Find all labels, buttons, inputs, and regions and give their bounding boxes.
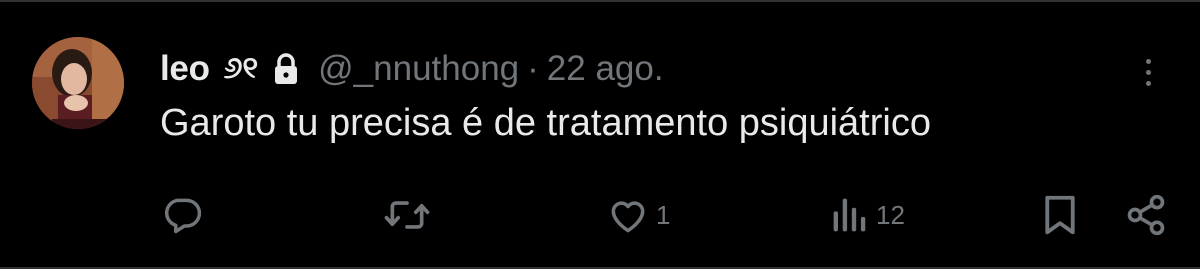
- bookmark-button[interactable]: [1040, 192, 1080, 238]
- name-emoji-glyph: ୬୧: [223, 52, 259, 85]
- views-count: 12: [876, 199, 905, 230]
- tweet[interactable]: leo ୬୧ @_nnuthong · 22 ago. Garoto tu pr…: [0, 0, 1200, 269]
- reply-button[interactable]: [160, 192, 210, 238]
- like-count: 1: [656, 199, 671, 230]
- retweet-button[interactable]: [383, 192, 437, 238]
- views-button[interactable]: 12: [830, 192, 905, 238]
- author-handle[interactable]: @_nnuthong: [318, 49, 519, 89]
- reply-icon: [164, 198, 202, 234]
- separator-dot: ·: [527, 49, 539, 88]
- share-button[interactable]: [1124, 192, 1168, 238]
- more-vertical-icon[interactable]: [1136, 52, 1160, 92]
- views-icon: [833, 198, 866, 232]
- like-button[interactable]: 1: [606, 192, 670, 238]
- avatar-image: [32, 37, 124, 129]
- heart-icon: [611, 201, 645, 233]
- avatar[interactable]: [32, 37, 124, 129]
- bookmark-icon: [1045, 195, 1075, 235]
- share-icon: [1127, 194, 1165, 236]
- tweet-header: leo ୬୧ @_nnuthong · 22 ago.: [160, 44, 664, 94]
- tweet-date[interactable]: 22 ago.: [547, 49, 664, 89]
- lock-icon: [272, 52, 300, 86]
- retweet-icon: [384, 201, 430, 229]
- tweet-text: Garoto tu precisa é de tratamento psiqui…: [160, 102, 931, 144]
- display-name[interactable]: leo: [160, 49, 210, 89]
